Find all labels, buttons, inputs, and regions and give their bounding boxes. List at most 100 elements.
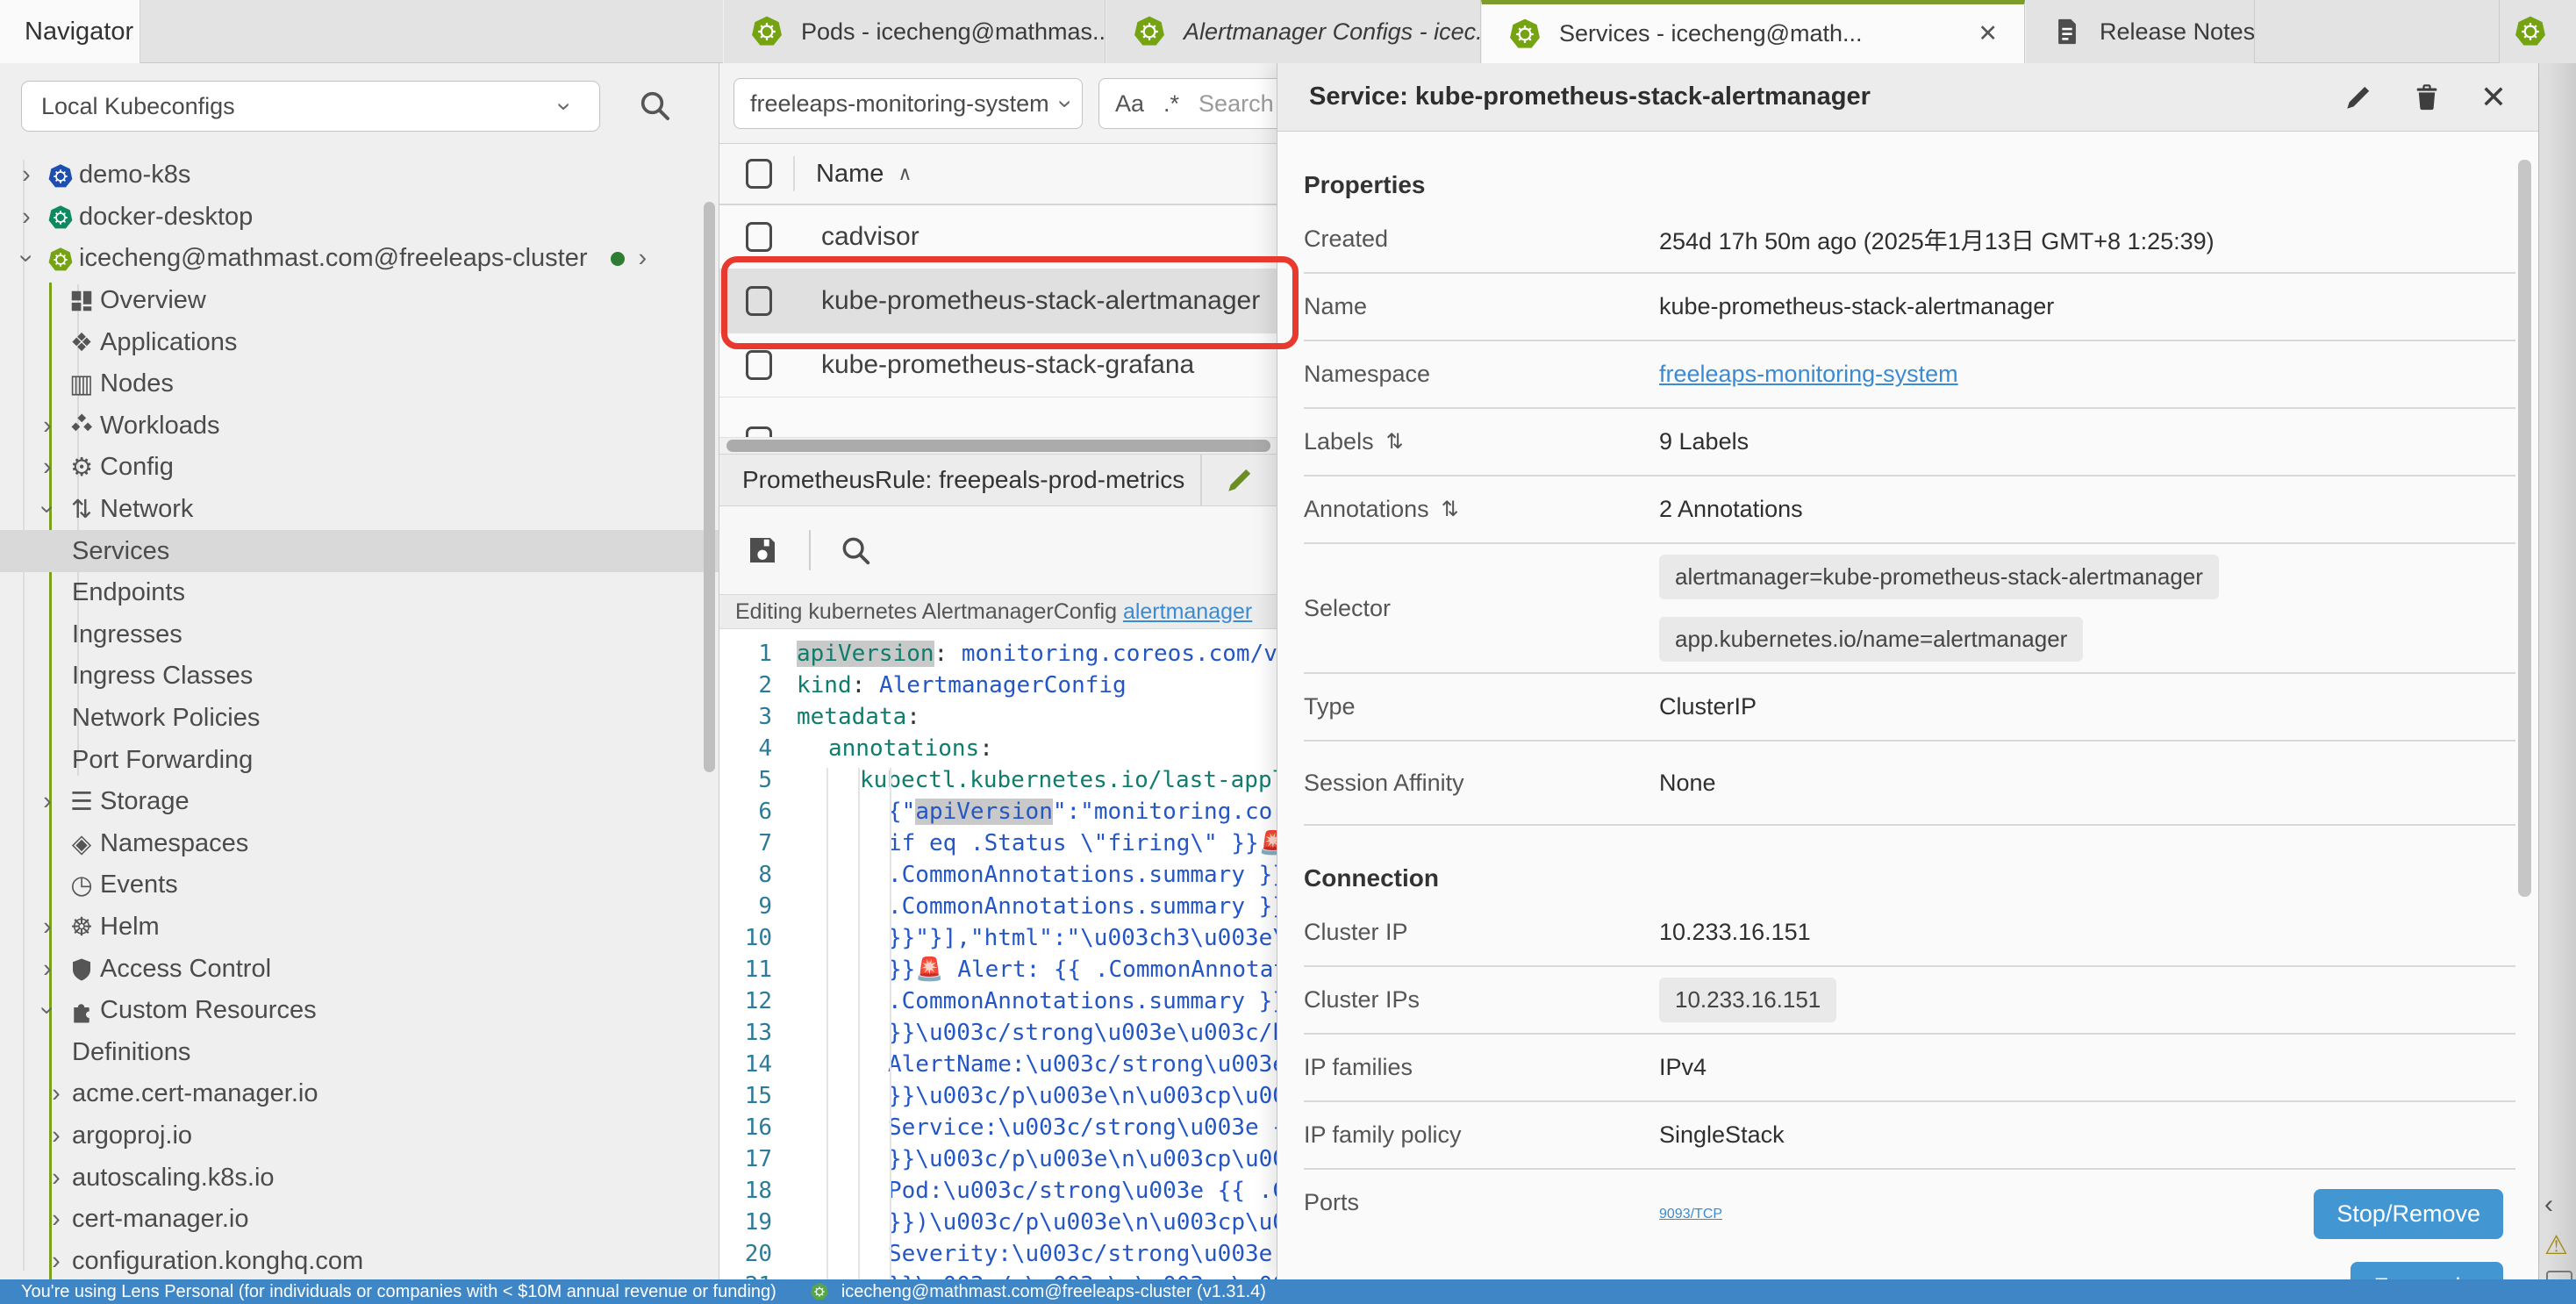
sidebar-item-acme-cert-manager-io[interactable]: › acme.cert-manager.io: [0, 1073, 719, 1115]
search-icon[interactable]: [637, 88, 672, 123]
sidebar-item-events[interactable]: ◷ Events: [0, 864, 719, 906]
warning-icon[interactable]: ⚠: [2544, 1230, 2568, 1261]
chevron-right-icon[interactable]: ›: [32, 787, 63, 816]
sidebar-item-network[interactable]: › ⇅ Network: [0, 489, 719, 531]
sidebar-item-configuration-konghq-com[interactable]: › configuration.konghq.com: [0, 1240, 719, 1279]
regex-toggle[interactable]: .*: [1163, 90, 1179, 118]
code-line: 20Severity:\u003c/strong\u003e: [719, 1238, 1277, 1270]
list-toolbar: freeleaps-monitoring-system › Aa .* Sear…: [719, 63, 1277, 144]
sidebar-item-access-control[interactable]: › Access Control: [0, 948, 719, 990]
tab-partial[interactable]: [2499, 0, 2576, 63]
chevron-expanded-icon[interactable]: ›: [32, 495, 63, 524]
chevron-right-icon[interactable]: ›: [11, 203, 42, 232]
forward-button[interactable]: Forward...: [2351, 1262, 2503, 1279]
horizontal-scrollbar[interactable]: [719, 438, 1277, 454]
sidebar-item-docker-desktop[interactable]: › docker-desktop: [0, 197, 719, 239]
table-row-clipped[interactable]: kube-prometheus-stack-...: [719, 398, 1277, 438]
sidebar-item-network-policies[interactable]: Network Policies: [0, 698, 719, 740]
code-line: 21}}\u003c/p\u003e\n\u003cp\u003: [719, 1270, 1277, 1279]
sidebar-item-custom-resources[interactable]: › Custom Resources: [0, 990, 719, 1032]
license-text[interactable]: You're using Lens Personal (for individu…: [21, 1282, 776, 1302]
sidebar-item-definitions[interactable]: Definitions: [0, 1031, 719, 1073]
close-icon[interactable]: ✕: [2480, 79, 2507, 116]
sidebar-item-endpoints[interactable]: Endpoints: [0, 572, 719, 614]
code-line: 14AlertName:\u003c/strong\u003e: [719, 1049, 1277, 1080]
kubernetes-icon: [42, 203, 79, 232]
code-line: 6{"apiVersion":"monitoring.core: [719, 796, 1277, 828]
tab-pods[interactable]: Pods - icecheng@mathmas...: [723, 0, 1106, 63]
tab-services[interactable]: Services - icecheng@math... ✕: [1481, 0, 2025, 63]
table-row-cadvisor[interactable]: cadvisor: [719, 205, 1277, 269]
column-header-name[interactable]: Name: [816, 160, 884, 189]
chevron-right-icon[interactable]: ›: [40, 1121, 72, 1150]
collapse-icon[interactable]: ‹: [2544, 1190, 2553, 1220]
namespace-selector[interactable]: freeleaps-monitoring-system ›: [733, 78, 1083, 129]
sort-asc-icon[interactable]: ∧: [898, 162, 912, 185]
row-checkbox[interactable]: [746, 426, 772, 438]
sidebar-item-applications[interactable]: ❖ Applications: [0, 321, 719, 363]
chevron-right-icon[interactable]: ›: [32, 412, 63, 441]
tab-alertmanager-configs[interactable]: Alertmanager Configs - icec...: [1106, 0, 1481, 63]
chevron-right-icon[interactable]: ›: [32, 955, 63, 984]
sidebar-item-namespaces[interactable]: ◈ Namespaces: [0, 823, 719, 865]
chevron-right-icon[interactable]: ›: [639, 244, 648, 273]
chevron-right-icon[interactable]: ›: [40, 1079, 72, 1108]
chevron-right-icon[interactable]: ›: [40, 1247, 72, 1276]
sidebar-item-demo-k8s[interactable]: › demo-k8s: [0, 154, 719, 197]
row-checkbox[interactable]: [746, 222, 772, 252]
chevron-expanded-icon[interactable]: ›: [11, 244, 42, 273]
chevron-right-icon[interactable]: ›: [32, 913, 63, 942]
sidebar-item-config[interactable]: › ⚙ Config: [0, 447, 719, 489]
row-name: kube-prometheus-stack-grafana: [821, 350, 1194, 380]
sidebar-item-services[interactable]: Services: [0, 530, 719, 572]
yaml-editor[interactable]: 1apiVersion: monitoring.coreos.com/v1 2k…: [719, 629, 1277, 1279]
search-input[interactable]: Aa .* Search: [1098, 78, 1277, 129]
sidebar-item-storage[interactable]: › ☰ Storage: [0, 781, 719, 823]
match-case-toggle[interactable]: Aa: [1115, 90, 1144, 118]
scrollbar-thumb[interactable]: [726, 440, 1270, 452]
chevron-right-icon[interactable]: ›: [40, 1205, 72, 1234]
sidebar-scrollbar[interactable]: [704, 202, 715, 772]
tab-release-notes[interactable]: Release Notes: [2025, 0, 2255, 63]
chevron-expanded-icon[interactable]: ›: [32, 996, 63, 1025]
stop-remove-button[interactable]: Stop/Remove: [2314, 1189, 2503, 1239]
table-row-alertmanager[interactable]: kube-prometheus-stack-alertmanager: [719, 269, 1277, 333]
sidebar-item-nodes[interactable]: ▥ Nodes: [0, 363, 719, 405]
tree-label: Endpoints: [72, 578, 185, 607]
sidebar-item-ingress-classes[interactable]: Ingress Classes: [0, 656, 719, 698]
row-checkbox[interactable]: [746, 350, 772, 380]
sidebar-item-freeleaps-cluster[interactable]: › icecheng@mathmast.com@freeleaps-cluste…: [0, 238, 719, 280]
table-row-grafana[interactable]: kube-prometheus-stack-grafana: [719, 333, 1277, 398]
sidebar-item-cert-manager-io[interactable]: › cert-manager.io: [0, 1199, 719, 1241]
chevron-right-icon[interactable]: ›: [40, 1164, 72, 1193]
sidebar-item-workloads[interactable]: › Workloads: [0, 405, 719, 448]
prometheusrule-editor-bar[interactable]: PrometheusRule: freepeals-prod-metrics: [719, 454, 1277, 506]
port-link-9093[interactable]: 9093/TCP: [1659, 1207, 1722, 1222]
sidebar-item-argoproj-io[interactable]: › argoproj.io: [0, 1115, 719, 1157]
expand-toggle-icon[interactable]: ⇅: [1386, 429, 1404, 455]
edit-icon[interactable]: [1225, 465, 1255, 495]
delete-icon[interactable]: [2412, 82, 2442, 112]
sidebar-item-autoscaling-k8s-io[interactable]: › autoscaling.k8s.io: [0, 1157, 719, 1199]
search-icon[interactable]: [839, 534, 872, 567]
sidebar-item-ingresses[interactable]: Ingresses: [0, 614, 719, 656]
sidebar-item-overview[interactable]: Overview: [0, 280, 719, 322]
cluster-context-text[interactable]: icecheng@mathmast.com@freeleaps-cluster …: [841, 1282, 1266, 1302]
expand-toggle-icon[interactable]: ⇅: [1442, 497, 1459, 522]
save-icon[interactable]: [744, 532, 781, 569]
close-icon[interactable]: ✕: [1978, 20, 1998, 47]
chevron-right-icon[interactable]: ›: [11, 161, 42, 190]
select-all-checkbox[interactable]: [746, 159, 772, 189]
code-line: 5kubectl.kubernetes.io/last-appli: [719, 764, 1277, 796]
row-checkbox[interactable]: [746, 286, 772, 316]
edit-icon[interactable]: [2343, 82, 2373, 112]
breadcrumb-link[interactable]: alertmanager: [1123, 599, 1252, 625]
sidebar-item-helm[interactable]: › ☸ Helm: [0, 906, 719, 949]
sidebar-item-port-forwarding[interactable]: Port Forwarding: [0, 739, 719, 781]
namespace-link[interactable]: freeleaps-monitoring-system: [1659, 361, 1958, 388]
kubeconfig-selector[interactable]: Local Kubeconfigs ›: [21, 81, 600, 132]
panel-scrollbar[interactable]: [2518, 160, 2531, 897]
navigator-panel-tab[interactable]: Navigator: [0, 0, 140, 63]
chevron-right-icon[interactable]: ›: [32, 453, 63, 482]
tree-label: Ingress Classes: [72, 662, 253, 691]
